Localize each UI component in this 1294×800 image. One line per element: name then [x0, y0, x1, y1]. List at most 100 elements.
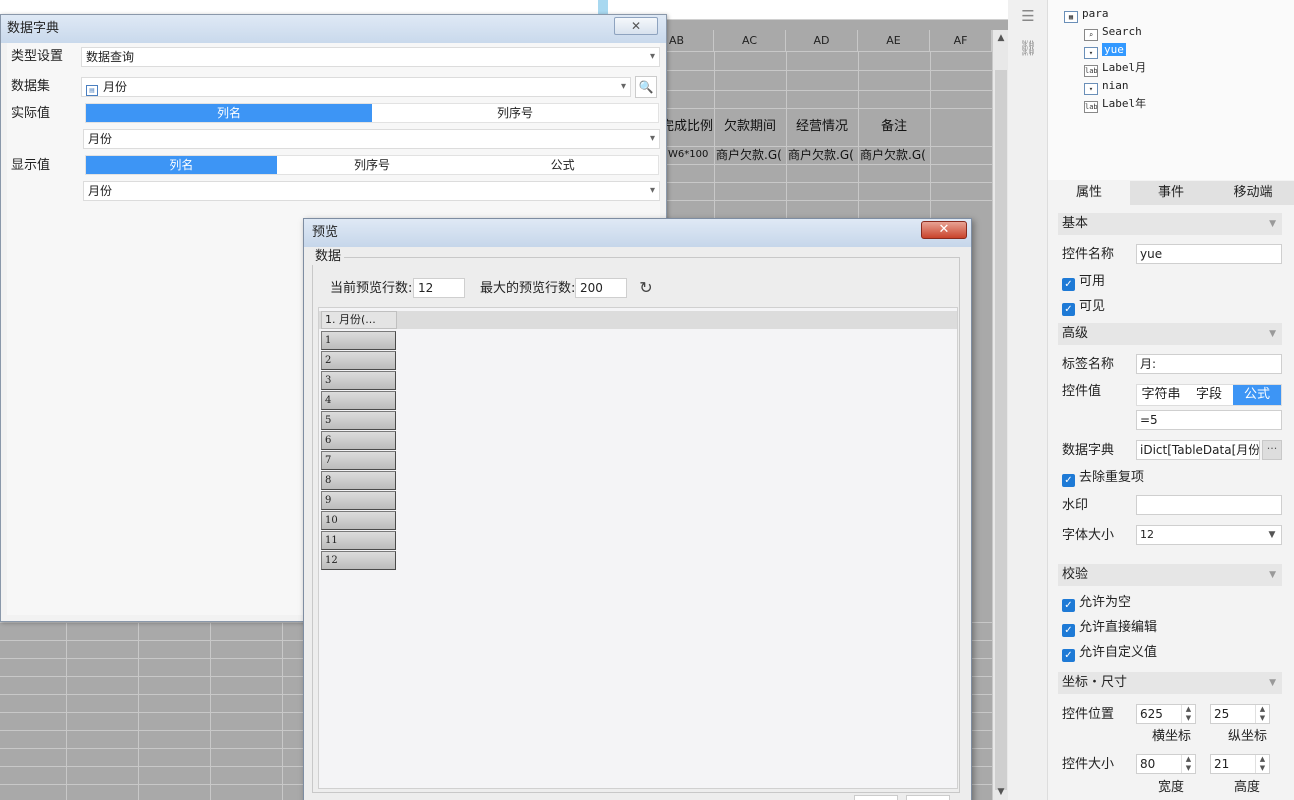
width-caption: 宽度	[1158, 780, 1185, 795]
stepper-arrows-icon[interactable]: ▲ ▼	[1181, 755, 1195, 773]
close-button[interactable]: ✕	[614, 17, 658, 35]
table-row[interactable]: 4	[321, 391, 396, 410]
allow-edit-checkbox[interactable]: ✓ 允许直接编辑	[1062, 619, 1157, 637]
dict-edit-button[interactable]: ···	[1262, 440, 1282, 460]
allow-custom-checkbox[interactable]: ✓ 允许自定义值	[1062, 644, 1157, 662]
sheet-cell[interactable]: W6*100	[668, 147, 714, 163]
actual-value-select[interactable]: 月份 ▾	[83, 129, 660, 149]
display-tab-formula[interactable]: 公式	[467, 156, 658, 174]
sheet-cell[interactable]: 商户欠款.G(	[860, 147, 930, 163]
column-header[interactable]: 1. 月份(...	[321, 311, 397, 329]
sheet-cell[interactable]: 经营情况	[786, 108, 858, 146]
dict-value-field[interactable]: iDict[TableData[月份]]	[1136, 440, 1260, 460]
section-title: 坐标・尺寸	[1062, 675, 1128, 690]
actual-tab-column-index[interactable]: 列序号	[372, 104, 658, 122]
preview-dataset-icon[interactable]: 🔍	[635, 76, 657, 98]
section-title: 校验	[1062, 567, 1089, 582]
link-icon[interactable]: ⛓	[1018, 38, 1038, 58]
column-header[interactable]: AD	[786, 30, 858, 52]
table-row[interactable]: 9	[321, 491, 396, 510]
tag-name-input[interactable]: 月:	[1136, 354, 1282, 374]
table-row[interactable]: 8	[321, 471, 396, 490]
current-rows-input[interactable]: 12	[413, 278, 465, 298]
display-tab-column-name[interactable]: 列名	[86, 156, 277, 174]
stepper-arrows-icon[interactable]: ▲ ▼	[1181, 705, 1195, 723]
column-header[interactable]: AF	[930, 30, 992, 52]
type-select[interactable]: 数据查询 ▾	[81, 47, 660, 67]
max-rows-input[interactable]: 200	[575, 278, 627, 298]
section-advanced[interactable]: 高级 ▼	[1058, 323, 1282, 345]
table-row[interactable]: 12	[321, 551, 396, 570]
value-mode-string[interactable]: 字符串	[1137, 385, 1185, 405]
allow-empty-checkbox[interactable]: ✓ 允许为空	[1062, 594, 1131, 612]
table-row[interactable]: 7	[321, 451, 396, 470]
table-row[interactable]: 2	[321, 351, 396, 370]
value-mode-field[interactable]: 字段	[1185, 385, 1233, 405]
visible-checkbox[interactable]: ✓ 可见	[1062, 298, 1105, 316]
widget-tree: ▦ para ⌕ Search ▾ yue lab Label月 ▾ nian lab La…	[1048, 0, 1294, 180]
font-size-select[interactable]: 12 ▼	[1136, 525, 1282, 545]
table-row[interactable]: 6	[321, 431, 396, 450]
sheet-cell[interactable]: 备注	[858, 108, 930, 146]
section-geometry[interactable]: 坐标・尺寸 ▼	[1058, 672, 1282, 694]
table-row[interactable]: 10	[321, 511, 396, 530]
y-position-stepper[interactable]: 25 ▲ ▼	[1210, 704, 1270, 724]
column-header[interactable]: AC	[714, 30, 786, 52]
dedupe-checkbox[interactable]: ✓ 去除重复项	[1062, 469, 1144, 487]
display-value-select[interactable]: 月份 ▾	[83, 181, 660, 201]
check-icon: ✓	[1062, 649, 1075, 662]
table-row[interactable]: 5	[321, 411, 396, 430]
sheet-cell[interactable]: 商户欠款.G(	[716, 147, 786, 163]
table-row[interactable]: 3	[321, 371, 396, 390]
width-stepper[interactable]: 80 ▲ ▼	[1136, 754, 1196, 774]
stepper-arrows-icon[interactable]: ▲ ▼	[1255, 705, 1269, 723]
tree-node-root[interactable]: ▦ para	[1064, 6, 1109, 23]
tree-node-nian[interactable]: ▾ nian	[1084, 78, 1129, 95]
tag-name-label: 标签名称	[1062, 357, 1115, 372]
tree-node-label-month[interactable]: lab Label月	[1084, 60, 1146, 77]
scroll-down-icon[interactable]: ▼	[993, 784, 1008, 800]
enabled-checkbox[interactable]: ✓ 可用	[1062, 273, 1105, 291]
scroll-up-icon[interactable]: ▲	[993, 30, 1008, 46]
font-size-value: 12	[1140, 528, 1154, 541]
tab-events[interactable]: 事件	[1130, 181, 1212, 205]
height-stepper[interactable]: 21 ▲ ▼	[1210, 754, 1270, 774]
section-validate[interactable]: 校验 ▼	[1058, 564, 1282, 586]
actual-tab-column-name[interactable]: 列名	[86, 104, 372, 122]
font-size-label: 字体大小	[1062, 528, 1115, 543]
sheet-cell[interactable]: 商户欠款.G(	[788, 147, 858, 163]
table-row[interactable]: 1	[321, 331, 396, 350]
stepper-arrows-icon[interactable]: ▲ ▼	[1255, 755, 1269, 773]
tree-node-search[interactable]: ⌕ Search	[1084, 24, 1142, 41]
ok-button[interactable]	[854, 795, 898, 800]
tab-properties[interactable]: 属性	[1048, 181, 1130, 205]
close-button[interactable]: ✕	[921, 221, 967, 239]
display-value: 月份	[88, 184, 113, 198]
table-row[interactable]: 11	[321, 531, 396, 550]
value-mode-formula[interactable]: 公式	[1233, 385, 1281, 405]
dialog-titlebar[interactable]: 预览 ✕	[304, 219, 971, 247]
preview-dialog: 预览 ✕ 数据 当前预览行数: 12 最大的预览行数: 200 ↻ 1. 月份(…	[303, 218, 972, 800]
display-tab-column-index[interactable]: 列序号	[277, 156, 468, 174]
tree-node-label-year[interactable]: lab Label年	[1084, 96, 1146, 113]
scroll-thumb[interactable]	[995, 70, 1007, 790]
watermark-input[interactable]	[1136, 495, 1282, 515]
combo-widget-icon: ▾	[1084, 83, 1098, 95]
sheet-cell[interactable]: 欠款期间	[714, 108, 786, 146]
chevron-down-icon: ▼	[1268, 530, 1276, 540]
section-basic[interactable]: 基本 ▼	[1058, 213, 1282, 235]
vertical-scrollbar[interactable]: ▲ ▼	[992, 30, 1008, 800]
dialog-titlebar[interactable]: 数据字典 ✕	[1, 15, 666, 43]
widget-name-input[interactable]: yue	[1136, 244, 1282, 264]
cancel-button[interactable]	[906, 795, 950, 800]
chevron-down-icon: ▾	[649, 133, 655, 144]
widget-value-formula[interactable]: =5	[1136, 410, 1282, 430]
refresh-icon[interactable]: ↻	[637, 279, 655, 297]
x-position-stepper[interactable]: 625 ▲ ▼	[1136, 704, 1196, 724]
dataset-select[interactable]: ▤ 月份 ▾	[81, 77, 631, 97]
tree-node-yue[interactable]: ▾ yue	[1084, 42, 1126, 59]
tab-mobile[interactable]: 移动端	[1212, 181, 1294, 205]
widget-list-icon[interactable]: ☰	[1018, 6, 1038, 26]
column-header[interactable]: AE	[858, 30, 930, 52]
sheet-cell[interactable]: 完成比例	[660, 108, 714, 146]
